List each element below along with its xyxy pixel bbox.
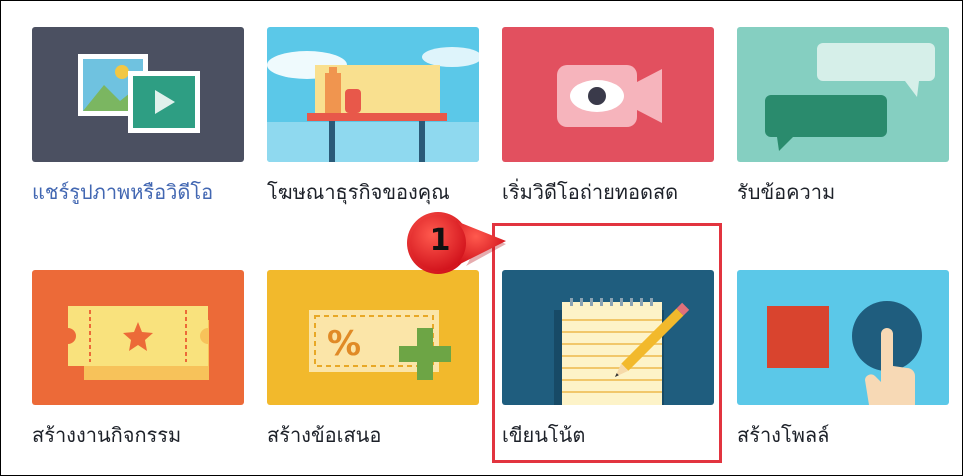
coupon-plus-icon: %: [267, 270, 479, 405]
get-messages-thumbnail: [737, 27, 949, 162]
create-offer-thumbnail: %: [267, 270, 479, 405]
poll-choice-icon: [737, 270, 949, 405]
photo-video-icon: [32, 27, 244, 162]
video-camera-icon: [502, 27, 714, 162]
advertise-business-thumbnail: [267, 27, 479, 162]
chat-bubbles-icon: [737, 27, 949, 162]
svg-text:%: %: [327, 324, 361, 364]
shop-table-icon: [267, 27, 479, 162]
create-poll-label[interactable]: สร้างโพลล์: [737, 421, 962, 449]
live-video-label[interactable]: เริ่มวิดีโอถ่ายทอดสด: [502, 178, 727, 206]
create-event-thumbnail: [32, 270, 244, 405]
share-photo-video-label[interactable]: แชร์รูปภาพหรือวิดีโอ: [32, 178, 257, 206]
create-offer-label[interactable]: สร้างข้อเสนอ: [267, 421, 492, 449]
ticket-icon: [32, 270, 244, 405]
step-number: 1: [429, 223, 451, 258]
share-photo-video-thumbnail: [32, 27, 244, 162]
advertise-business-label[interactable]: โฆษณาธุรกิจของคุณ: [267, 178, 492, 206]
get-messages-label[interactable]: รับข้อความ: [737, 178, 962, 206]
create-event-label[interactable]: สร้างงานกิจกรรม: [32, 421, 257, 449]
live-video-thumbnail: [502, 27, 714, 162]
highlight-box: [492, 223, 722, 463]
create-poll-thumbnail: [737, 270, 949, 405]
